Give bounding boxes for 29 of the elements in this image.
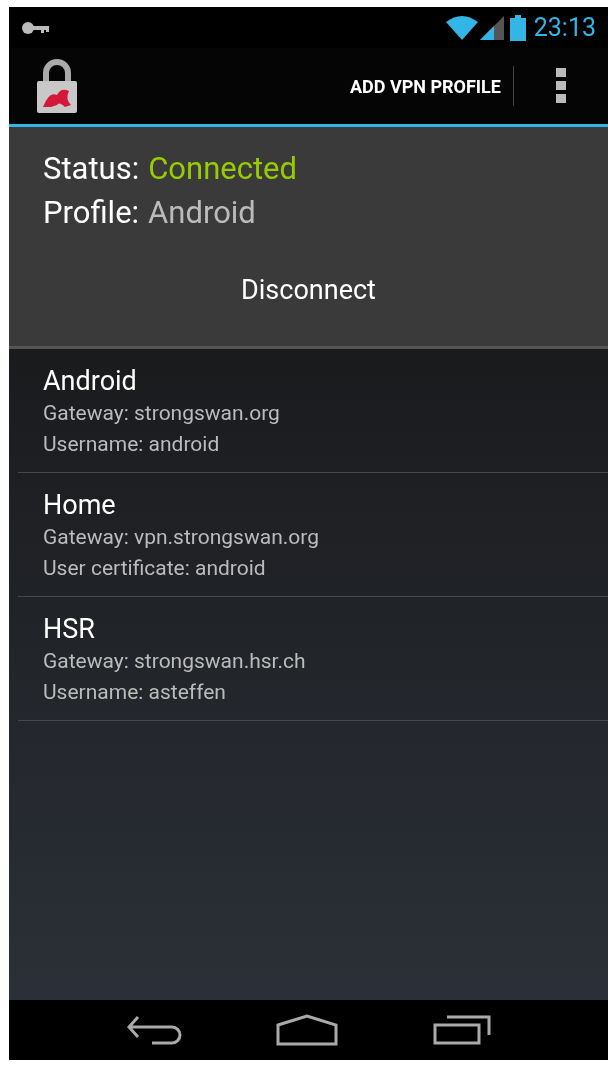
disconnect-button[interactable]: Disconnect — [217, 260, 400, 320]
profile-list-item[interactable]: Home Gateway: vpn.strongswan.org User certificate: android — [18, 473, 608, 597]
recent-apps-button[interactable] — [432, 1015, 491, 1045]
profile-name: HSR — [43, 611, 96, 646]
recent-apps-icon — [432, 1015, 491, 1045]
auth-text: Username: asteffen — [43, 678, 227, 706]
more-vertical-icon — [555, 68, 567, 104]
gateway-text: Gateway: vpn.strongswan.org — [43, 523, 320, 551]
status-value: Connected — [148, 149, 297, 189]
gateway-text: Gateway: strongswan.hsr.ch — [43, 647, 307, 675]
battery-icon — [509, 14, 526, 41]
back-icon — [126, 1015, 183, 1045]
profile-value: Android — [148, 193, 256, 233]
status-label: Status: — [43, 149, 140, 189]
profile-name: Home — [43, 487, 117, 522]
key-icon — [21, 20, 51, 35]
profile-label: Profile: — [43, 193, 140, 233]
gateway-text: Gateway: strongswan.org — [43, 399, 281, 427]
profile-list-item[interactable]: HSR Gateway: strongswan.hsr.ch Username: asteffen — [18, 597, 608, 721]
home-button[interactable] — [276, 1014, 339, 1046]
signal-icon — [479, 15, 504, 40]
padlock-logo-icon — [35, 59, 79, 113]
auth-text: User certificate: android — [43, 554, 267, 582]
home-icon — [276, 1014, 339, 1046]
back-button[interactable] — [126, 1015, 183, 1045]
auth-text: Username: android — [43, 430, 221, 458]
profile-name: Android — [43, 363, 138, 398]
profile-list-item[interactable]: Android Gateway: strongswan.org Username: android — [18, 349, 608, 473]
clock-time: 23:13 — [533, 15, 596, 40]
